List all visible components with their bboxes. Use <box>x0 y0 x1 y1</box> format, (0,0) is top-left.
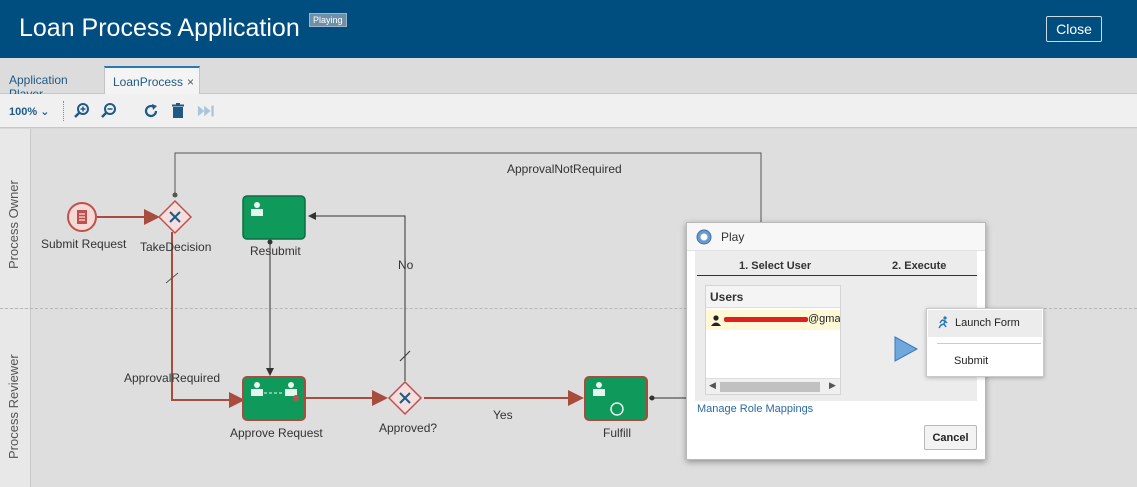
execute-arrow-icon <box>894 336 919 362</box>
step-select-user: 1. Select User <box>739 260 812 272</box>
launch-form-label: Launch Form <box>955 317 1020 329</box>
approved-label: Approved? <box>379 421 438 435</box>
dialog-header: Play <box>687 223 985 251</box>
flow-no <box>308 212 406 381</box>
app-title: Loan Process Application <box>19 14 300 42</box>
running-person-icon <box>938 316 948 329</box>
steps-divider <box>697 275 977 276</box>
app-header: Loan Process Application Playing Close <box>0 0 1137 58</box>
play-logo-icon <box>696 229 712 245</box>
zoom-out-icon[interactable] <box>100 102 118 120</box>
resubmit-label: Resubmit <box>250 244 301 258</box>
cancel-button[interactable]: Cancel <box>924 425 977 450</box>
toolbar-divider <box>63 101 64 121</box>
take-decision-gateway <box>157 199 193 235</box>
tab-label: LoanProcess <box>113 75 184 89</box>
launch-form-item[interactable]: Launch Form <box>928 310 1042 337</box>
horizontal-scrollbar[interactable]: ◀ ▶ <box>706 378 840 394</box>
status-badge: Playing <box>309 13 347 27</box>
redacted-mark <box>724 316 808 322</box>
submit-item[interactable]: Submit <box>954 355 988 367</box>
yes-label: Yes <box>493 408 513 422</box>
dialog-title: Play <box>721 230 745 244</box>
toolbar: 100% ⌄ <box>0 94 1137 128</box>
zoom-in-icon[interactable] <box>73 102 91 120</box>
scroll-thumb[interactable] <box>720 382 820 392</box>
user-row[interactable]: @gmai <box>706 310 840 330</box>
fulfill-label: Fulfill <box>603 426 632 440</box>
scroll-left-icon[interactable]: ◀ <box>709 380 716 391</box>
manage-role-mappings-link[interactable]: Manage Role Mappings <box>697 403 813 415</box>
scroll-right-icon[interactable]: ▶ <box>829 380 836 391</box>
approved-gateway <box>387 380 423 416</box>
approve-request-label: Approve Request <box>230 426 323 440</box>
take-decision-label: TakeDecision <box>140 240 212 254</box>
chevron-down-icon: ⌄ <box>40 106 50 118</box>
zoom-select[interactable]: 100% ⌄ <box>9 105 49 118</box>
refresh-icon[interactable] <box>142 102 160 120</box>
tab-application-player[interactable]: Application Player <box>1 66 103 101</box>
user-email: @gmai <box>808 313 840 325</box>
submit-request-event <box>67 202 97 232</box>
user-icon <box>711 315 721 326</box>
close-tab-icon[interactable]: × <box>187 75 194 89</box>
step-execute: 2. Execute <box>892 260 947 272</box>
fulfill-task <box>584 376 648 421</box>
submit-request-label: Submit Request <box>41 237 127 251</box>
tab-loanprocess[interactable]: LoanProcess × <box>104 66 200 94</box>
approval-required-label: ApprovalRequired <box>124 371 221 385</box>
resubmit-task <box>242 195 306 240</box>
execute-menu: Launch Form Submit <box>926 308 1044 377</box>
tab-bar: Application Player LoanProcess× <box>0 58 1137 101</box>
menu-divider <box>937 343 1041 344</box>
close-button[interactable]: Close <box>1046 16 1102 42</box>
trash-icon[interactable] <box>169 102 187 120</box>
no-label: No <box>398 258 414 272</box>
users-header: Users <box>706 286 840 308</box>
approval-not-required-label: ApprovalNotRequired <box>507 162 622 176</box>
approve-request-task <box>242 376 306 421</box>
users-list: Users @gmai ◀ ▶ <box>705 285 841 395</box>
fast-forward-icon[interactable] <box>197 102 215 120</box>
